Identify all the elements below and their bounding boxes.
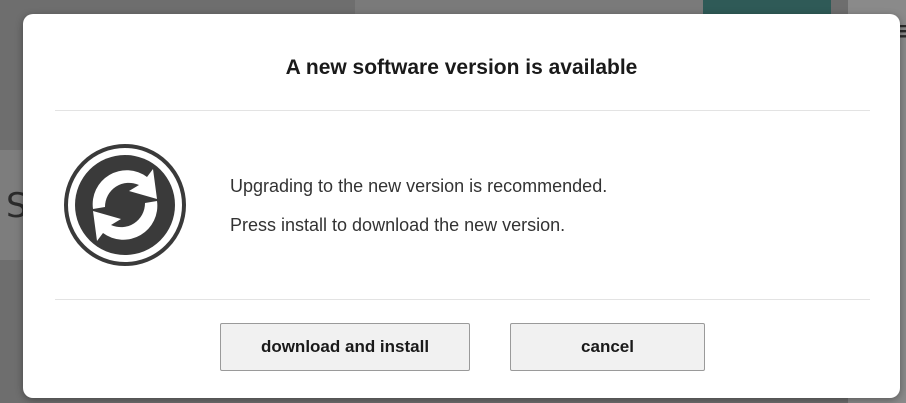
download-and-install-button[interactable]: download and install [220, 323, 470, 371]
title-divider [55, 110, 870, 111]
dialog-title: A new software version is available [285, 56, 638, 79]
message-instruction: Press install to download the new versio… [230, 215, 566, 235]
cancel-button[interactable]: cancel [510, 323, 705, 371]
update-dialog: A new software version is available Upgr… [23, 14, 900, 398]
message-recommendation: Upgrading to the new version is recommen… [230, 176, 608, 196]
button-divider [55, 299, 870, 300]
sync-arrows-icon [64, 144, 186, 266]
